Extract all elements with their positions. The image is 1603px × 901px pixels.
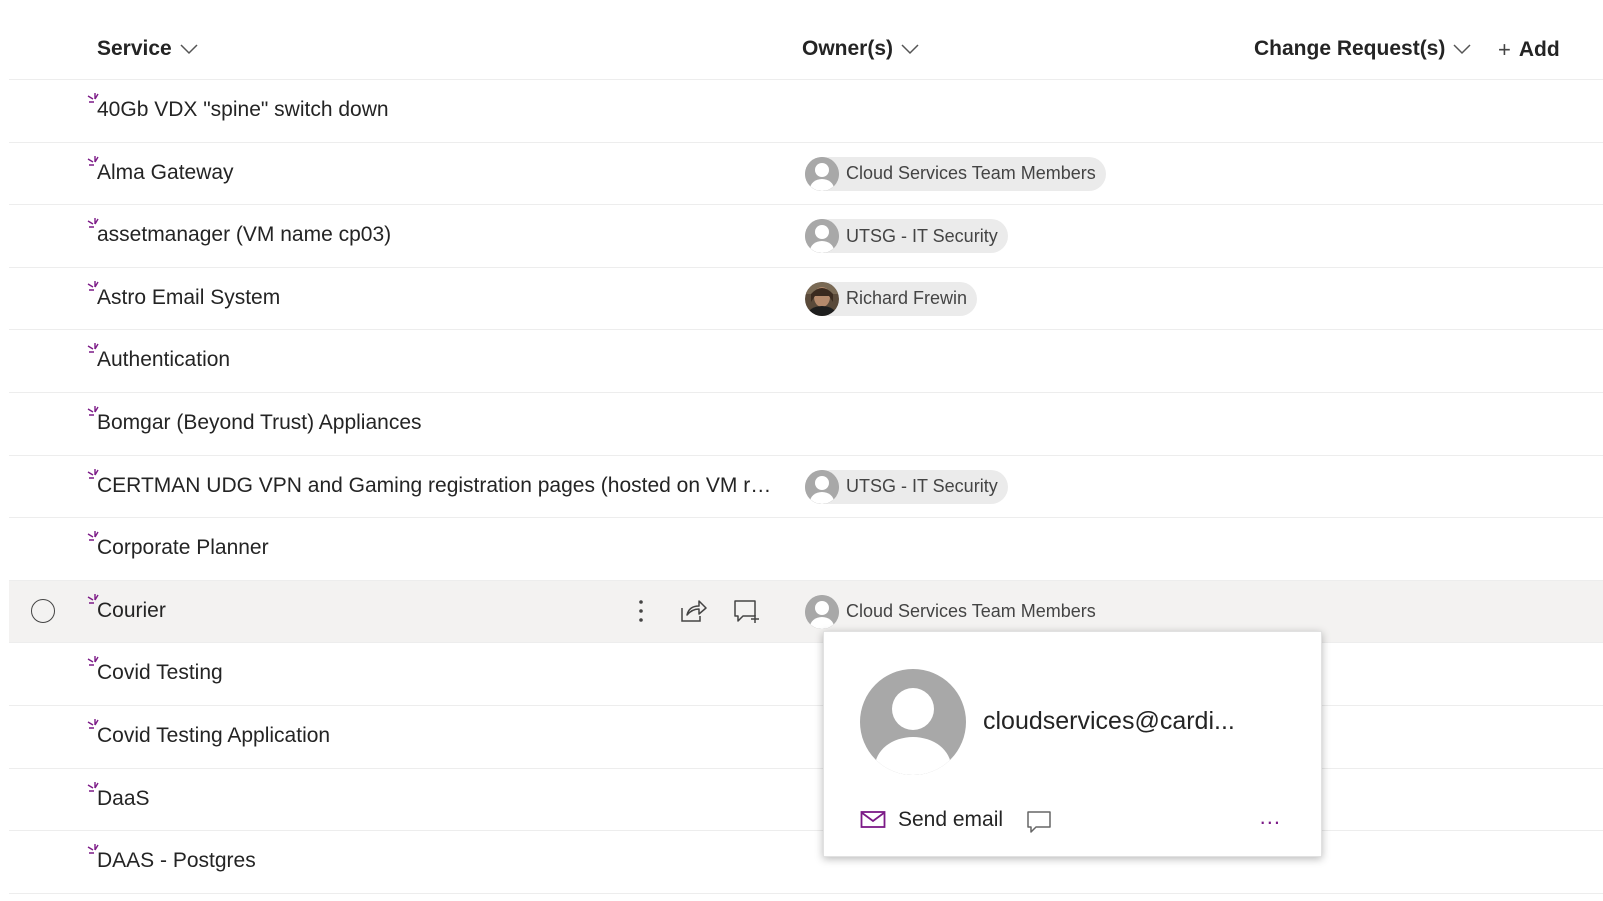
owner-name: UTSG - IT Security xyxy=(846,225,998,246)
person-icon xyxy=(860,669,966,775)
service-title-link[interactable]: assetmanager (VM name cp03) xyxy=(97,223,391,247)
person-icon xyxy=(805,469,839,504)
table-row[interactable]: assetmanager (VM name cp03) UTSG - IT Sec… xyxy=(9,205,1603,268)
add-comment-icon xyxy=(733,600,761,628)
owner-name: Richard Frewin xyxy=(846,288,968,309)
add-column-button[interactable]: + Add xyxy=(1498,37,1560,63)
owner-persona[interactable]: UTSG - IT Security xyxy=(805,469,1008,504)
list-rows: 40Gb VDX "spine" switch down Alma Gateway… xyxy=(9,80,1603,894)
add-column-label: Add xyxy=(1518,38,1560,61)
table-row[interactable]: Astro Email System Richard Frewin xyxy=(9,268,1603,331)
list-header: Service Owner(s) Change Request(s) + Add xyxy=(9,20,1603,80)
row-select-radio[interactable] xyxy=(31,598,55,623)
person-card: cloudservices@cardi... Send email ... xyxy=(823,631,1322,857)
service-title-link[interactable]: Covid Testing xyxy=(97,661,223,685)
table-row[interactable]: Authentication xyxy=(9,330,1603,393)
column-header-owners-label: Owner(s) xyxy=(802,37,894,60)
service-title-link[interactable]: CERTMAN UDG VPN and Gaming registration … xyxy=(97,474,777,498)
table-row[interactable]: 40Gb VDX "spine" switch down xyxy=(9,80,1603,143)
table-row[interactable]: CERTMAN UDG VPN and Gaming registration … xyxy=(9,456,1603,519)
column-header-service[interactable]: Service xyxy=(97,37,198,61)
table-row[interactable]: Covid Testing xyxy=(9,643,1603,706)
mail-icon xyxy=(860,811,886,828)
person-icon xyxy=(805,594,839,629)
service-title-link[interactable]: DAAS - Postgres xyxy=(97,849,256,873)
owner-persona[interactable]: Cloud Services Team Members xyxy=(805,156,1106,191)
row-more-button[interactable] xyxy=(633,598,649,629)
table-row[interactable]: Alma Gateway Cloud Services Team Members xyxy=(9,143,1603,206)
table-row[interactable]: DaaS xyxy=(9,769,1603,832)
add-comment-button[interactable] xyxy=(733,598,761,629)
table-row[interactable]: Bomgar (Beyond Trust) Appliances xyxy=(9,393,1603,456)
owner-name: Cloud Services Team Members xyxy=(846,163,1096,184)
owner-name: UTSG - IT Security xyxy=(846,476,998,497)
table-row[interactable]: Corporate Planner xyxy=(9,518,1603,581)
service-title-link[interactable]: Courier xyxy=(97,599,166,623)
chevron-down-icon xyxy=(901,44,919,55)
avatar xyxy=(805,281,839,316)
table-row[interactable]: DAAS - Postgres xyxy=(9,831,1603,894)
share-icon xyxy=(679,600,707,628)
service-title-link[interactable]: 40Gb VDX "spine" switch down xyxy=(97,98,389,122)
service-title-link[interactable]: Astro Email System xyxy=(97,286,280,310)
column-header-change-requests-label: Change Request(s) xyxy=(1254,37,1446,60)
column-header-change-requests[interactable]: Change Request(s) xyxy=(1254,37,1471,61)
chat-icon xyxy=(1027,811,1051,833)
service-title-link[interactable]: Covid Testing Application xyxy=(97,724,330,748)
owner-name: Cloud Services Team Members xyxy=(846,601,1096,622)
service-title-link[interactable]: Alma Gateway xyxy=(97,161,234,185)
person-icon xyxy=(805,219,839,254)
service-title-link[interactable]: Authentication xyxy=(97,348,230,372)
owner-persona[interactable]: Richard Frewin xyxy=(805,281,978,316)
service-title-link[interactable]: DaaS xyxy=(97,787,150,811)
chevron-down-icon xyxy=(1453,44,1471,55)
table-row[interactable]: Courier Cloud Services Team Members xyxy=(9,580,1603,644)
service-title-link[interactable]: Bomgar (Beyond Trust) Appliances xyxy=(97,411,422,435)
send-email-label: Send email xyxy=(898,808,1004,831)
vertical-ellipsis-icon xyxy=(633,599,649,628)
column-header-owners[interactable]: Owner(s) xyxy=(802,37,919,61)
column-header-service-label: Service xyxy=(97,37,172,60)
person-card-email: cloudservices@cardi... xyxy=(983,707,1235,735)
send-email-button[interactable]: Send email xyxy=(860,808,1003,832)
service-title-link[interactable]: Corporate Planner xyxy=(97,536,269,560)
owner-persona[interactable]: Cloud Services Team Members xyxy=(805,594,1106,629)
person-card-actions: Send email ... xyxy=(860,804,1281,839)
share-button[interactable] xyxy=(679,598,707,629)
plus-icon: + xyxy=(1498,37,1511,62)
more-options-button[interactable]: ... xyxy=(1260,804,1281,830)
chevron-down-icon xyxy=(180,44,198,55)
person-icon xyxy=(805,156,839,191)
chat-button[interactable] xyxy=(1026,810,1052,839)
owner-persona[interactable]: UTSG - IT Security xyxy=(805,219,1008,254)
table-row[interactable]: Covid Testing Application xyxy=(9,706,1603,769)
